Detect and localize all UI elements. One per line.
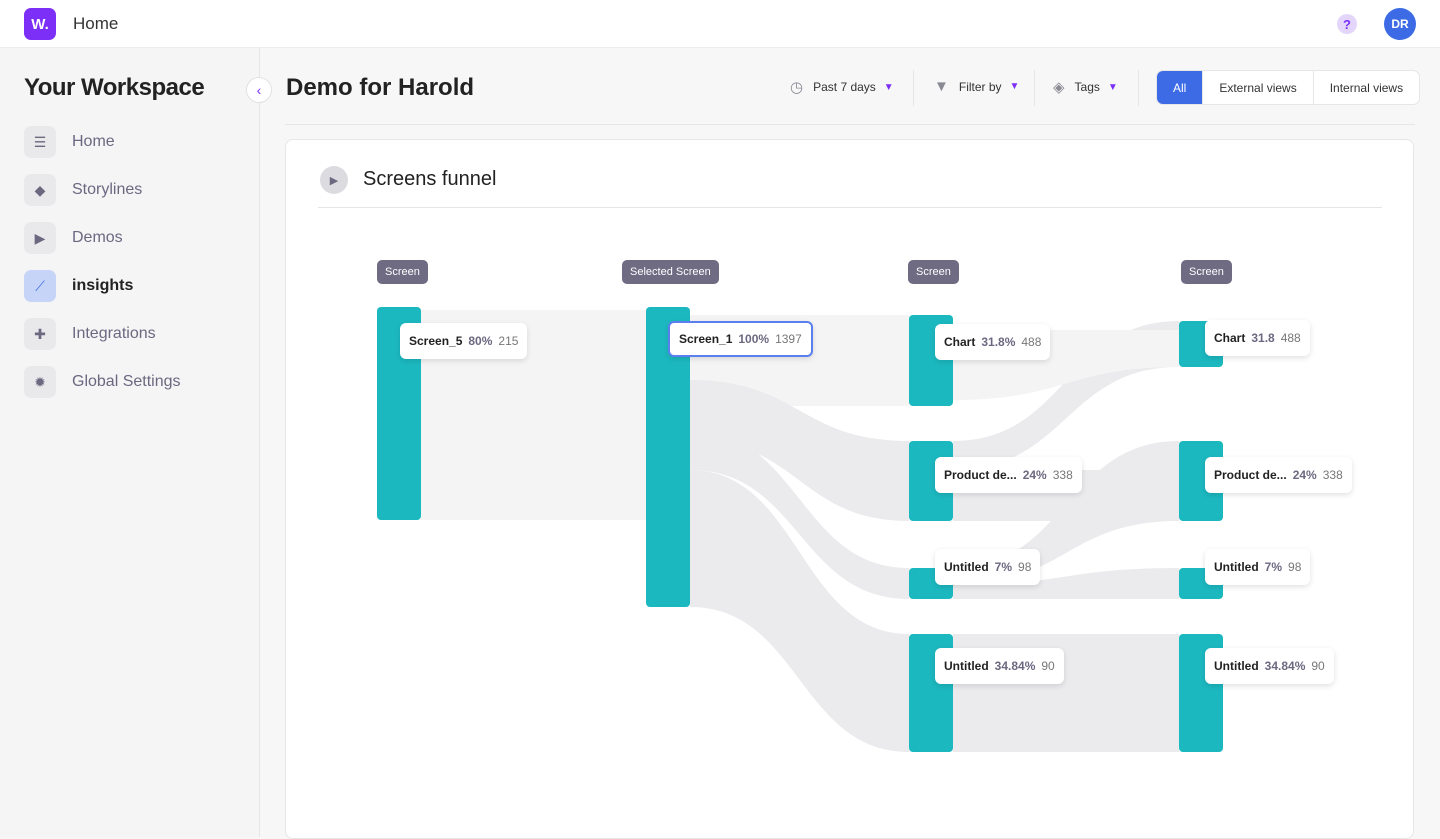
node-percent: 34.84% <box>1264 659 1306 673</box>
column-header: Screen <box>377 260 428 284</box>
node-name: Chart <box>1214 331 1246 345</box>
node-name: Untitled <box>1214 560 1259 574</box>
node-percent: 24% <box>1292 468 1317 482</box>
node-percent: 24% <box>1022 468 1047 482</box>
node-percent: 7% <box>994 560 1013 574</box>
node-count: 90 <box>1041 659 1055 673</box>
node-count: 1397 <box>775 332 802 346</box>
node-name: Chart <box>944 335 976 349</box>
node-count: 98 <box>1018 560 1032 574</box>
column-header: Screen <box>1181 260 1232 284</box>
node-name: Untitled <box>944 659 989 673</box>
node-name: Untitled <box>944 560 989 574</box>
node-percent: 31.8 <box>1251 331 1275 345</box>
node-percent: 7% <box>1264 560 1283 574</box>
node-count: 98 <box>1288 560 1302 574</box>
node-count: 215 <box>498 334 519 348</box>
sankey-diagram <box>377 307 1223 752</box>
node-label[interactable]: Screen_1 100% 1397 <box>668 321 813 357</box>
node-label[interactable]: Screen_5 80% 215 <box>400 323 528 359</box>
node-name: Screen_1 <box>679 332 733 346</box>
node-label[interactable]: Untitled 34.84% 90 <box>1205 648 1334 684</box>
node-percent: 34.84% <box>994 659 1036 673</box>
node-count: 488 <box>1021 335 1042 349</box>
node-label[interactable]: Product de... 24% 338 <box>1205 457 1352 493</box>
node-name: Product de... <box>944 468 1017 482</box>
collapse-sidebar-button[interactable]: ‹ <box>246 77 272 103</box>
node-count: 488 <box>1280 331 1301 345</box>
node-label[interactable]: Untitled 7% 98 <box>935 549 1041 585</box>
node-percent: 100% <box>738 332 770 346</box>
node-count: 338 <box>1322 468 1343 482</box>
node-name: Untitled <box>1214 659 1259 673</box>
node-name: Screen_5 <box>409 334 463 348</box>
node-label[interactable]: Untitled 34.84% 90 <box>935 648 1064 684</box>
node-count: 338 <box>1052 468 1073 482</box>
node-label[interactable]: Chart 31.8 488 <box>1205 320 1310 356</box>
node-label[interactable]: Untitled 7% 98 <box>1205 549 1311 585</box>
node-label[interactable]: Chart 31.8% 488 <box>935 324 1051 360</box>
column-header: Screen <box>908 260 959 284</box>
node-label[interactable]: Product de... 24% 338 <box>935 457 1082 493</box>
node-percent: 31.8% <box>981 335 1016 349</box>
column-header: Selected Screen <box>622 260 719 284</box>
node-percent: 80% <box>468 334 493 348</box>
node-name: Product de... <box>1214 468 1287 482</box>
node-count: 90 <box>1311 659 1325 673</box>
